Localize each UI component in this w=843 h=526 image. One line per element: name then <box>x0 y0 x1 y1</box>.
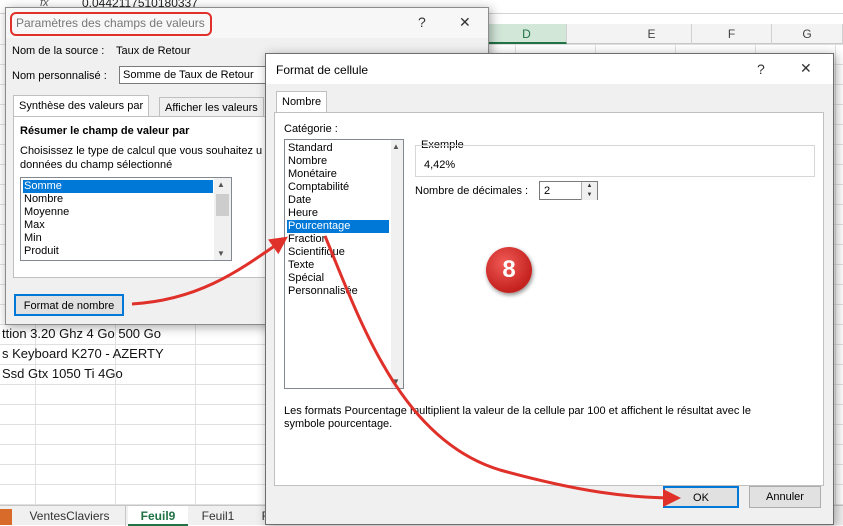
arrow-to-category <box>131 236 288 306</box>
tutorial-arrows <box>131 235 681 507</box>
step-number-badge: 8 <box>486 247 532 293</box>
